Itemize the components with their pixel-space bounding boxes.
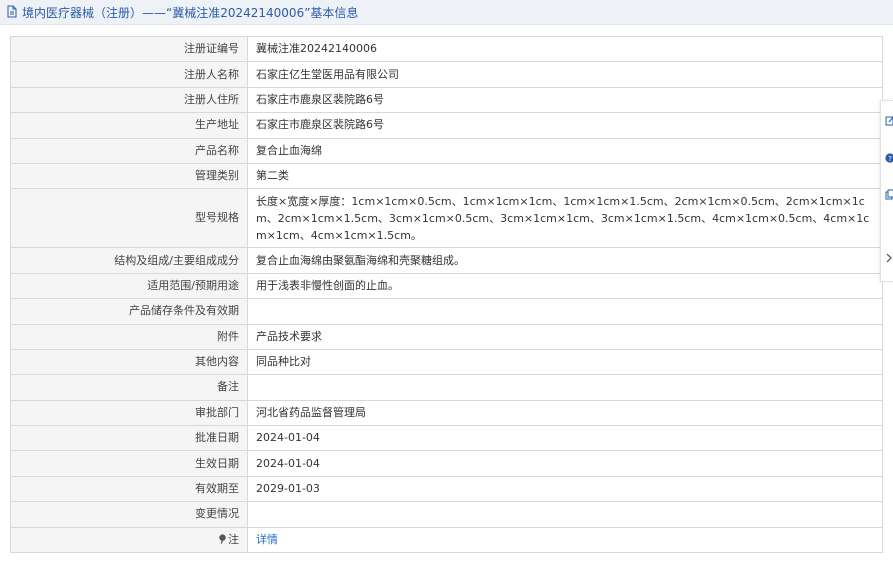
- page-title: 境内医疗器械（注册）——“冀械注准20242140006”基本信息: [22, 5, 359, 20]
- row-value: [247, 298, 883, 325]
- row-label: 注册人住所: [10, 86, 248, 114]
- table-row: 管理类别 第二类: [10, 162, 883, 190]
- row-value: 产品技术要求: [247, 323, 883, 350]
- edit-icon[interactable]: [885, 113, 893, 127]
- table-row: 变更情况: [10, 501, 883, 528]
- table-row: 附件 产品技术要求: [10, 323, 883, 350]
- table-row: 注册人名称 石家庄亿生堂医用品有限公司: [10, 61, 883, 88]
- document-icon: [6, 5, 20, 19]
- row-label: 注册人名称: [10, 61, 248, 88]
- help-icon[interactable]: ?: [885, 151, 893, 165]
- row-label: 批准日期: [10, 425, 248, 452]
- row-label: 变更情况: [10, 501, 248, 528]
- row-label: 其他内容: [10, 348, 248, 376]
- row-value: 第二类: [247, 162, 883, 190]
- copy-icon[interactable]: [885, 187, 893, 201]
- chevron-right-icon[interactable]: [885, 251, 893, 265]
- svg-text:?: ?: [888, 155, 892, 163]
- row-value: 详情: [247, 526, 883, 554]
- row-label: 生效日期: [10, 450, 248, 477]
- row-value: 冀械注准20242140006: [247, 35, 883, 63]
- row-label: 管理类别: [10, 162, 248, 190]
- row-label: 结构及组成/主要组成成分: [10, 247, 248, 274]
- floating-toolbar: ?: [880, 100, 893, 282]
- table-row: 产品储存条件及有效期: [10, 298, 883, 325]
- row-label: 审批部门: [10, 399, 248, 427]
- table-row: 生效日期 2024-01-04: [10, 450, 883, 477]
- details-link[interactable]: 详情: [256, 533, 278, 546]
- table-row: 其他内容 同品种比对: [10, 348, 883, 376]
- table-row: 结构及组成/主要组成成分 复合止血海绵由聚氨酯海绵和壳聚糖组成。: [10, 247, 883, 274]
- row-value: 复合止血海绵由聚氨酯海绵和壳聚糖组成。: [247, 247, 883, 274]
- row-label: 附件: [10, 323, 248, 350]
- pin-icon: [218, 533, 227, 544]
- row-label: 型号规格: [10, 188, 248, 249]
- row-value: 2024-01-04: [247, 450, 883, 477]
- table-row: 备注: [10, 374, 883, 401]
- table-row: 批准日期 2024-01-04: [10, 425, 883, 452]
- table-row: 生产地址 石家庄市鹿泉区裴院路6号: [10, 112, 883, 139]
- table-row: 审批部门 河北省药品监督管理局: [10, 399, 883, 427]
- row-label: 注: [228, 532, 239, 546]
- row-value: 2029-01-03: [247, 475, 883, 503]
- row-label: 产品储存条件及有效期: [10, 298, 248, 325]
- table-row: 注 详情: [10, 526, 883, 554]
- row-label: 适用范围/预期用途: [10, 272, 248, 300]
- row-label: 有效期至: [10, 475, 248, 503]
- row-value: 同品种比对: [247, 348, 883, 376]
- row-value: 2024-01-04: [247, 425, 883, 452]
- row-label: 生产地址: [10, 112, 248, 139]
- info-table: 注册证编号 冀械注准20242140006 注册人名称 石家庄亿生堂医用品有限公…: [10, 35, 883, 554]
- table-row: 有效期至 2029-01-03: [10, 475, 883, 503]
- row-value: 石家庄市鹿泉区裴院路6号: [247, 112, 883, 139]
- note-label-cell: 注: [10, 526, 248, 554]
- row-value: 河北省药品监督管理局: [247, 399, 883, 427]
- page-header: 境内医疗器械（注册）——“冀械注准20242140006”基本信息: [0, 0, 893, 25]
- table-row: 注册证编号 冀械注准20242140006: [10, 35, 883, 63]
- table-row: 注册人住所 石家庄市鹿泉区裴院路6号: [10, 86, 883, 114]
- row-value: 长度×宽度×厚度：1cm×1cm×0.5cm、1cm×1cm×1cm、1cm×1…: [247, 188, 883, 249]
- row-value: [247, 501, 883, 528]
- table-row: 适用范围/预期用途 用于浅表非慢性创面的止血。: [10, 272, 883, 300]
- row-value: 石家庄市鹿泉区裴院路6号: [247, 86, 883, 114]
- table-row: 产品名称 复合止血海绵: [10, 137, 883, 164]
- table-row: 型号规格 长度×宽度×厚度：1cm×1cm×0.5cm、1cm×1cm×1cm、…: [10, 188, 883, 249]
- row-label: 产品名称: [10, 137, 248, 164]
- row-value: 用于浅表非慢性创面的止血。: [247, 272, 883, 300]
- row-value: 复合止血海绵: [247, 137, 883, 164]
- row-label: 注册证编号: [10, 35, 248, 63]
- row-label: 备注: [10, 374, 248, 401]
- row-value: 石家庄亿生堂医用品有限公司: [247, 61, 883, 88]
- row-value: [247, 374, 883, 401]
